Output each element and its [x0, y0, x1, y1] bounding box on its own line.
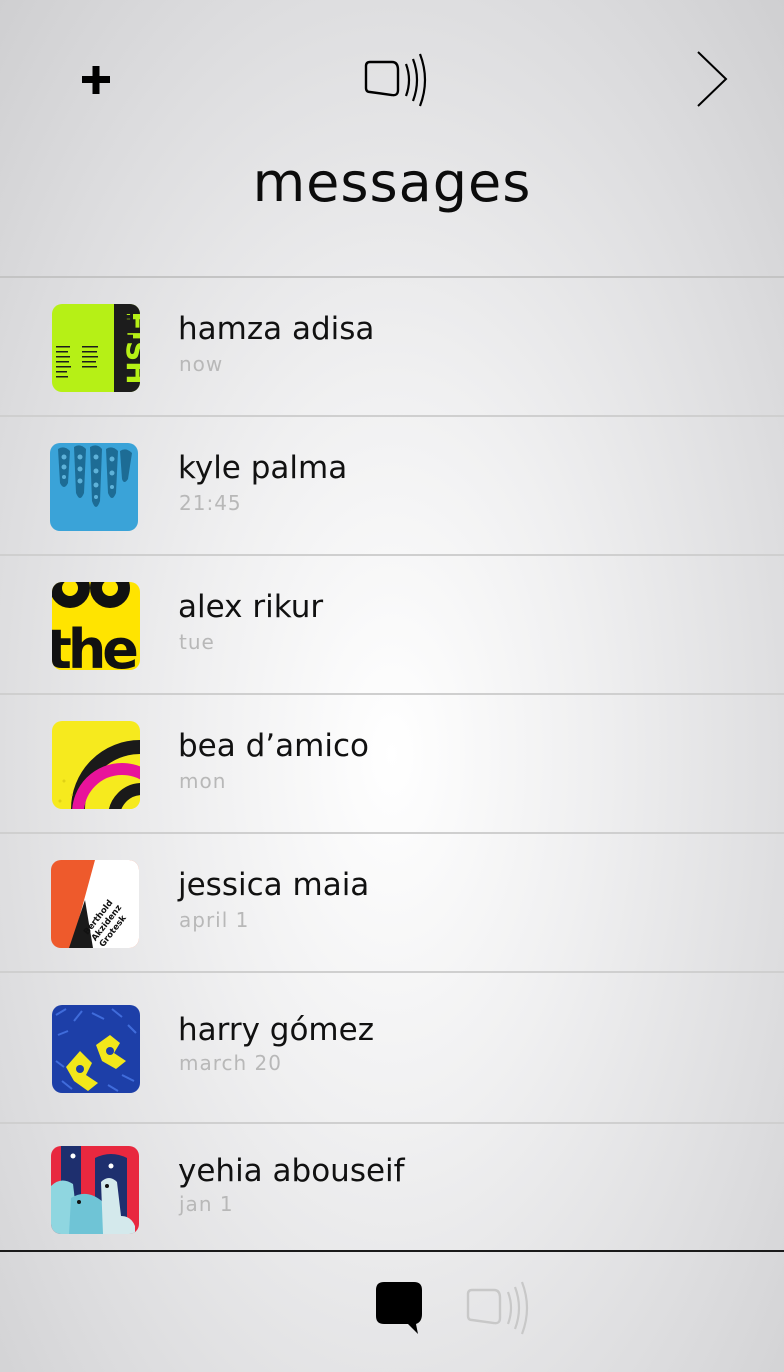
avatar: [50, 443, 138, 531]
page-title: messages: [252, 151, 532, 214]
svg-text:TH: TH: [113, 310, 137, 340]
contact-name: harry gómez: [178, 1012, 374, 1048]
contact-name: alex rikur: [178, 589, 324, 625]
signal-button[interactable]: [360, 50, 440, 110]
message-time: jan 1: [179, 1192, 234, 1216]
next-button[interactable]: [690, 46, 734, 112]
avatar: [51, 1146, 139, 1234]
conversation-row-kyle[interactable]: kyle palma 21:45: [0, 415, 784, 554]
message-time: 21:45: [179, 491, 242, 515]
avatar: [52, 721, 140, 809]
conversation-row-alex[interactable]: the alex rikur tue: [0, 554, 784, 693]
avatar: Berthold Akzidenz Grotesk: [51, 860, 139, 948]
conversation-row-jessica[interactable]: Berthold Akzidenz Grotesk jessica maia a…: [0, 832, 784, 971]
contact-name: jessica maia: [178, 867, 370, 903]
signal-icon: [466, 1281, 529, 1335]
conversation-row-bea[interactable]: bea d’amico mon: [0, 693, 784, 832]
speech-bubble-icon: [376, 1282, 422, 1334]
svg-text:the: the: [52, 618, 137, 670]
message-time: march 20: [179, 1051, 282, 1075]
contact-name: yehia abouseif: [178, 1153, 405, 1189]
contact-name: hamza adisa: [178, 311, 375, 347]
conversation-row-yehia[interactable]: yehia abouseif jan 1: [0, 1122, 784, 1250]
tab-bar: [0, 1250, 784, 1372]
avatar: the: [52, 582, 140, 670]
message-time: tue: [179, 630, 215, 654]
contact-name: bea d’amico: [178, 728, 369, 764]
add-button[interactable]: [74, 58, 118, 102]
conversation-row-hamza[interactable]: FISH TH hamza adisa now: [0, 276, 784, 415]
conversation-list: FISH TH hamza adisa now kyle palma 21:45…: [0, 276, 784, 1250]
avatar: [52, 1005, 140, 1093]
plus-icon: [82, 66, 110, 94]
message-time: mon: [179, 769, 227, 793]
signal-icon: [364, 53, 427, 107]
contact-name: kyle palma: [178, 450, 348, 486]
tab-signal[interactable]: [464, 1278, 540, 1336]
avatar: FISH TH: [52, 304, 140, 392]
message-time: april 1: [179, 908, 250, 932]
message-time: now: [179, 352, 224, 376]
chevron-right-icon: [697, 51, 728, 107]
header: messages: [0, 0, 784, 276]
tab-messages[interactable]: [370, 1278, 426, 1336]
conversation-row-harry[interactable]: harry gómez march 20: [0, 971, 784, 1122]
